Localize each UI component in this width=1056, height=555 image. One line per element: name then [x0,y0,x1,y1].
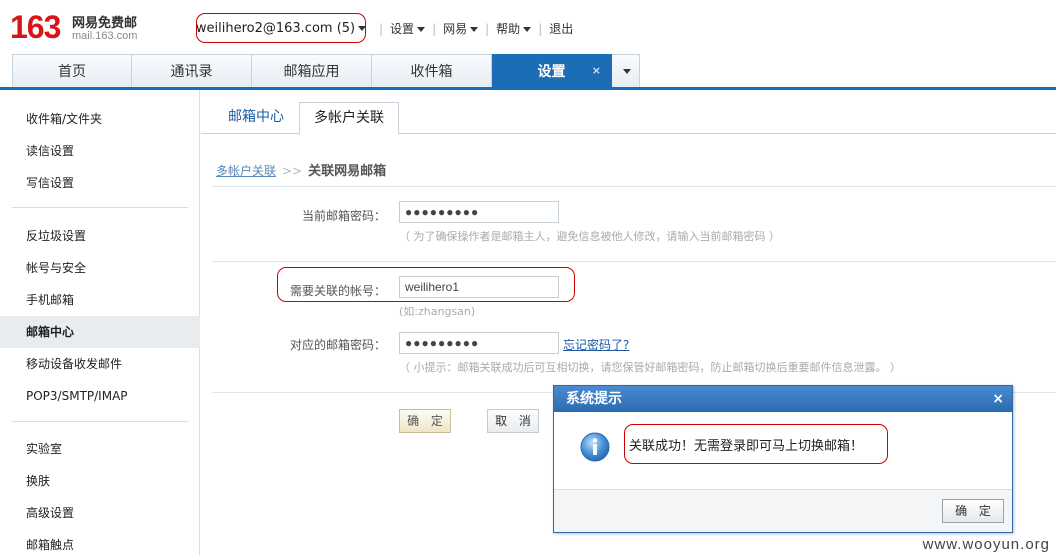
close-icon[interactable]: × [592,64,601,77]
chevron-down-icon [417,27,426,32]
sidebar-item-write-settings[interactable]: 写信设置 [0,167,200,199]
close-icon[interactable]: × [992,386,1004,412]
watermark: www.wooyun.org [922,536,1050,553]
cancel-button[interactable]: 取 消 [487,409,539,433]
sidebar-item-account-security[interactable]: 帐号与安全 [0,252,200,284]
chevron-down-icon [358,25,367,31]
divider: | [432,21,437,36]
tab-inbox[interactable]: 收件箱 [372,54,492,87]
logo-number: 163 [10,9,61,45]
top-navigation: | 设置 | 网易 | 帮助 | 退出 [372,20,573,37]
logo-name: 网易免费邮 [72,16,138,31]
divider [12,207,188,208]
tab-settings[interactable]: 设置 × [492,54,612,87]
sidebar-item-advanced[interactable]: 高级设置 [0,497,200,529]
sidebar-item-pop3-smtp-imap[interactable]: POP3/SMTP/IMAP [0,380,200,412]
chevron-down-icon [623,68,631,74]
sidebar: 收件箱/文件夹 读信设置 写信设置 反垃圾设置 帐号与安全 手机邮箱 邮箱中心 … [0,90,200,555]
topnav-help-label: 帮助 [496,22,521,36]
divider [12,421,188,422]
sidebar-item-mail-center[interactable]: 邮箱中心 [0,316,200,348]
sub-tabs: 邮箱中心 多帐户关联 [201,90,1056,135]
topnav-help[interactable]: 帮助 [496,20,532,37]
link-account-example: (如:zhangsan) [399,305,476,318]
tab-mail-apps[interactable]: 邮箱应用 [252,54,372,87]
link-password-label: 对应的邮箱密码： [289,338,386,352]
topnav-netease-label: 网易 [443,22,468,36]
logo[interactable]: 163 网易免费邮 mail.163.com [10,8,150,48]
dialog-title-bar: 系统提示 × [554,386,1012,412]
account-label: weilihero2@163.com (5) [195,20,356,36]
page-title: 关联网易邮箱 [308,164,387,179]
current-password-hint: （ 为了确保操作者是邮箱主人，避免信息被他人修改，请输入当前邮箱密码 ） [399,230,780,243]
sidebar-item-antispam[interactable]: 反垃圾设置 [0,220,200,252]
topnav-settings[interactable]: 设置 [390,20,426,37]
main-tabs: 首页 通讯录 邮箱应用 收件箱 设置 × [12,54,640,87]
system-dialog: 系统提示 × 关联成功！无需登录即可马上切换邮箱！ 确 定 [553,385,1013,533]
dialog-message: 关联成功！无需登录即可马上切换邮箱！ [624,424,888,464]
current-password-label: 当前邮箱密码： [301,209,386,223]
sidebar-item-lab[interactable]: 实验室 [0,433,200,465]
tab-mail-center[interactable]: 邮箱中心 [213,102,299,134]
divider [212,186,1056,187]
tab-multi-account[interactable]: 多帐户关联 [299,102,399,135]
dialog-title: 系统提示 [566,391,622,407]
info-icon [580,432,610,462]
topnav-netease[interactable]: 网易 [443,20,479,37]
topnav-settings-label: 设置 [390,22,415,36]
tab-more-button[interactable] [612,54,640,87]
breadcrumb-link[interactable]: 多帐户关联 [216,164,276,178]
divider: | [379,21,384,36]
link-account-field[interactable]: weilihero1 [399,276,559,298]
dialog-ok-button[interactable]: 确 定 [942,499,1004,523]
tab-contacts[interactable]: 通讯录 [132,54,252,87]
confirm-button[interactable]: 确 定 [399,409,451,433]
sidebar-item-read-settings[interactable]: 读信设置 [0,135,200,167]
breadcrumb: 多帐户关联 >> 关联网易邮箱 [216,160,386,179]
tab-home[interactable]: 首页 [12,54,132,87]
breadcrumb-separator: >> [282,164,303,178]
link-account-label: 需要关联的帐号： [289,284,386,298]
dialog-footer: 确 定 [554,490,1012,532]
sidebar-item-skin[interactable]: 换肤 [0,465,200,497]
sidebar-item-folders[interactable]: 收件箱/文件夹 [0,103,200,135]
chevron-down-icon [470,27,479,32]
divider [212,261,1056,262]
sidebar-item-mobile-mail[interactable]: 手机邮箱 [0,284,200,316]
current-password-field[interactable]: ●●●●●●●●● [399,201,559,223]
logo-domain: mail.163.com [72,30,138,42]
topnav-logout[interactable]: 退出 [549,20,573,37]
account-switcher[interactable]: weilihero2@163.com (5) [195,13,367,43]
tab-settings-label: 设置 [537,64,566,80]
dialog-body: 关联成功！无需登录即可马上切换邮箱！ [554,412,1012,490]
link-password-field[interactable]: ●●●●●●●●● [399,332,559,354]
sidebar-item-mobile-devices[interactable]: 移动设备收发邮件 [0,348,200,380]
divider: | [538,21,543,36]
sidebar-item-touchpoints[interactable]: 邮箱触点 [0,529,200,555]
divider: | [485,21,490,36]
forgot-password-link[interactable]: 忘记密码了? [563,336,629,353]
chevron-down-icon [523,27,532,32]
link-password-hint: （ 小提示：邮箱关联成功后可互相切换，请您保管好邮箱密码，防止邮箱切换后重要邮件… [399,361,901,374]
